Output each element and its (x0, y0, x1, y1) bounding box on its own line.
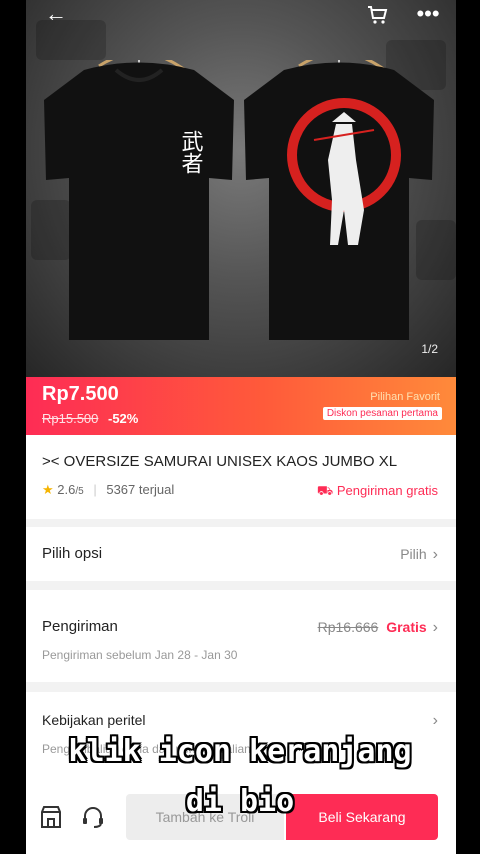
rating-value: 2.6 (57, 482, 76, 497)
rating-row[interactable]: ★ 2.6/5 | 5367 terjual (42, 482, 174, 498)
chevron-right-icon: › (432, 619, 438, 636)
shirt-front: 武者 (44, 60, 234, 340)
star-icon: ★ (42, 482, 54, 497)
product-page: 武者 ← ••• 1/2 Rp7.500 Rp15.500 -52% Pilih… (26, 0, 456, 854)
cart-icon[interactable] (358, 0, 398, 30)
shirt-back (244, 60, 434, 340)
options-select[interactable]: Pilih › (400, 546, 438, 564)
rating-suffix: /5 (75, 486, 84, 497)
divider: | (93, 482, 97, 497)
sold-count: 5367 terjual (106, 482, 175, 497)
overlay-caption-line2: di bio (185, 784, 295, 819)
product-image[interactable]: 武者 ← ••• 1/2 (26, 0, 456, 377)
policy-chevron[interactable]: › (427, 712, 438, 730)
truck-icon: ⛟ (316, 483, 334, 498)
product-title: >< OVERSIZE SAMURAI UNISEX KAOS JUMBO XL (42, 453, 398, 470)
shipping-old-cost: Rp16.666 (317, 619, 379, 635)
delivery-estimate: Pengiriman sebelum Jan 28 - Jan 30 (42, 648, 238, 662)
product-info: >< OVERSIZE SAMURAI UNISEX KAOS JUMBO XL… (26, 435, 456, 519)
first-order-badge: Diskon pesanan pertama (322, 407, 442, 420)
original-price: Rp15.500 (42, 411, 99, 426)
policy-label: Kebijakan peritel (42, 712, 146, 728)
price-banner: Rp7.500 Rp15.500 -52% Pilihan Favorit Di… (26, 377, 456, 435)
shipping-cost: Rp16.666 Gratis › (318, 619, 438, 637)
image-counter: 1/2 (421, 342, 438, 356)
shipping-label: Pengiriman (42, 618, 118, 635)
back-arrow-icon[interactable]: ← (36, 0, 76, 30)
shirt-kanji: 武者 (178, 130, 204, 174)
favorite-label: Pilihan Favorit (370, 391, 440, 403)
current-price: Rp7.500 (42, 383, 119, 405)
shipping-row[interactable]: Pengiriman Rp16.666 Gratis › Pengiriman s… (26, 590, 456, 682)
discount-badge: -52% (108, 411, 139, 426)
free-shipping-label: Pengiriman gratis (336, 483, 438, 498)
overlay-caption-line1: klik icon keranjang (68, 734, 412, 769)
chevron-right-icon: › (432, 712, 438, 729)
free-shipping-tag: ⛟ Pengiriman gratis (317, 483, 438, 501)
options-action: Pilih (400, 546, 427, 562)
shipping-free-label: Gratis (386, 619, 427, 635)
more-options-icon[interactable]: ••• (408, 0, 448, 30)
options-label: Pilih opsi (42, 545, 103, 562)
chevron-right-icon: › (432, 546, 438, 563)
options-row[interactable]: Pilih opsi Pilih › (26, 527, 456, 581)
